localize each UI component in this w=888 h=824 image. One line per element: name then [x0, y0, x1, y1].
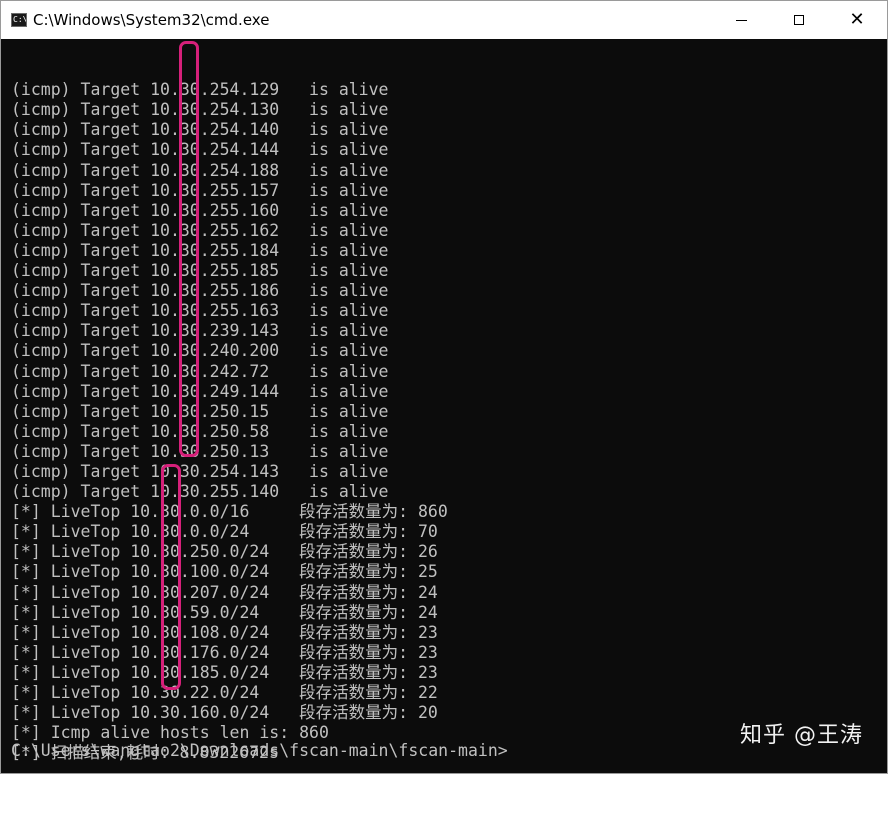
- console-line: (icmp) Target 10.30.240.200 is alive: [11, 341, 389, 361]
- console-line: (icmp) Target 10.30.255.184 is alive: [11, 240, 389, 260]
- cmd-app-icon[interactable]: C:\.: [11, 13, 27, 27]
- console-line: [*] LiveTop 10.30.0.0/16 段存活数量为: 860: [11, 502, 448, 522]
- cmd-window: C:\. C:\Windows\System32\cmd.exe ✕ (icmp…: [0, 0, 888, 774]
- console-line: (icmp) Target 10.30.250.15 is alive: [11, 401, 389, 421]
- window-title: C:\Windows\System32\cmd.exe: [33, 11, 270, 29]
- console-line: (icmp) Target 10.30.254.144 is alive: [11, 140, 389, 160]
- title-bar[interactable]: C:\. C:\Windows\System32\cmd.exe ✕: [1, 1, 887, 39]
- console-line: [*] LiveTop 10.30.207.0/24 段存活数量为: 24: [11, 582, 438, 602]
- console-line: (icmp) Target 10.30.254.130 is alive: [11, 100, 389, 120]
- highlight-box-livetop-octet: [161, 464, 181, 690]
- console-line: (icmp) Target 10.30.255.163 is alive: [11, 301, 389, 321]
- console-line: (icmp) Target 10.30.255.160 is alive: [11, 200, 389, 220]
- console-line: (icmp) Target 10.30.255.162 is alive: [11, 220, 389, 240]
- console-line: (icmp) Target 10.30.250.58 is alive: [11, 421, 389, 441]
- close-button[interactable]: ✕: [827, 1, 887, 39]
- console-line: (icmp) Target 10.30.239.143 is alive: [11, 321, 389, 341]
- console-line: [*] LiveTop 10.30.185.0/24 段存活数量为: 23: [11, 662, 438, 682]
- console-output[interactable]: (icmp) Target 10.30.254.129 is alive (icm…: [11, 40, 861, 774]
- console-line: (icmp) Target 10.30.242.72 is alive: [11, 361, 389, 381]
- console-line: (icmp) Target 10.30.250.13 is alive: [11, 441, 389, 461]
- console-line: [*] LiveTop 10.30.160.0/24 段存活数量为: 20: [11, 703, 438, 723]
- console-line: (icmp) Target 10.30.255.186 is alive: [11, 281, 389, 301]
- console-line: (icmp) Target 10.30.254.140 is alive: [11, 120, 389, 140]
- console-line: [*] LiveTop 10.30.22.0/24 段存活数量为: 22: [11, 683, 438, 702]
- console-line: [*] LiveTop 10.30.176.0/24 段存活数量为: 23: [11, 642, 438, 662]
- console-line: (icmp) Target 10.30.254.143 is alive: [11, 461, 389, 481]
- console-line: (icmp) Target 10.30.255.140 is alive: [11, 482, 389, 502]
- minimize-button[interactable]: [711, 1, 771, 39]
- zhihu-watermark: 知乎 @王涛: [740, 723, 863, 748]
- console-line: (icmp) Target 10.30.254.188 is alive: [11, 160, 389, 180]
- console-line: (icmp) Target 10.30.249.144 is alive: [11, 381, 389, 401]
- highlight-box-target-octet: [179, 41, 199, 457]
- close-icon: ✕: [849, 9, 865, 30]
- console-line: (icmp) Target 10.30.255.185 is alive: [11, 261, 389, 281]
- console-line: [*] LiveTop 10.30.59.0/24 段存活数量为: 24: [11, 602, 438, 622]
- maximize-icon: [794, 15, 804, 25]
- maximize-button[interactable]: [769, 1, 829, 39]
- console-line: [*] LiveTop 10.30.250.0/24 段存活数量为: 26: [11, 542, 438, 562]
- minimize-icon: [735, 19, 747, 21]
- console-line: [*] LiveTop 10.30.108.0/24 段存活数量为: 23: [11, 622, 438, 642]
- command-prompt[interactable]: C:\Users\wangtao2\Downloads\fscan-main\f…: [11, 741, 508, 761]
- console-line: (icmp) Target 10.30.254.129 is alive: [11, 80, 389, 100]
- console-line: [*] LiveTop 10.30.0.0/24 段存活数量为: 70: [11, 522, 438, 542]
- console-lines: (icmp) Target 10.30.254.129 is alive (icm…: [11, 80, 861, 763]
- scrollbar[interactable]: [867, 40, 887, 773]
- console-line: [*] LiveTop 10.30.100.0/24 段存活数量为: 25: [11, 562, 438, 582]
- console-line: (icmp) Target 10.30.255.157 is alive: [11, 180, 389, 200]
